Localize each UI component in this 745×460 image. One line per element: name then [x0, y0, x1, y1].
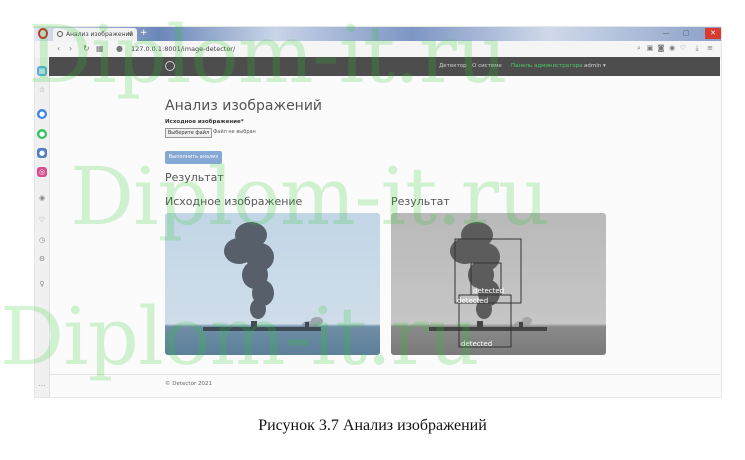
whatsapp-icon[interactable]: ● — [37, 129, 47, 139]
history-icon[interactable]: ◷ — [37, 235, 47, 245]
download-icon[interactable]: ⤓ — [693, 44, 701, 52]
camera-icon[interactable]: ◙ — [657, 44, 665, 52]
heart-icon[interactable]: ♡ — [679, 44, 687, 52]
watermark: Diplom-it.ru — [28, 8, 508, 101]
watermark: Diplom-it.ru — [0, 290, 480, 383]
file-status-text: Файл не выбран — [213, 129, 256, 135]
instagram-icon[interactable]: ◎ — [37, 167, 47, 177]
snapshot-icon[interactable]: ▣ — [646, 44, 654, 52]
image-field-label: Исходное изображение* — [165, 119, 244, 125]
watermark: Diplom-it.ru — [70, 150, 550, 243]
messenger-icon[interactable]: ● — [37, 109, 47, 119]
settings-icon[interactable]: ⚙ — [37, 254, 47, 264]
vk-icon[interactable]: ● — [37, 148, 47, 158]
favorites-icon[interactable]: ♡ — [37, 215, 47, 225]
window-close-icon[interactable]: ✕ — [705, 28, 721, 39]
player-icon[interactable]: ◉ — [37, 193, 47, 203]
search-icon[interactable]: ⌕ — [635, 44, 643, 52]
tips-icon[interactable]: ♀ — [37, 279, 47, 289]
menu-icon[interactable]: ≡ — [706, 44, 714, 52]
maximize-icon[interactable]: ▢ — [679, 28, 693, 39]
choose-file-button[interactable]: Выберите файл — [165, 128, 212, 138]
extension-icon[interactable]: ◉ — [668, 44, 676, 52]
nav-admin-panel[interactable]: Панель администратора — [511, 57, 583, 76]
nav-user-menu[interactable]: admin ▾ — [584, 57, 606, 76]
figure-caption: Рисунок 3.7 Анализ изображений — [258, 417, 487, 434]
minimize-icon[interactable]: — — [659, 28, 673, 39]
